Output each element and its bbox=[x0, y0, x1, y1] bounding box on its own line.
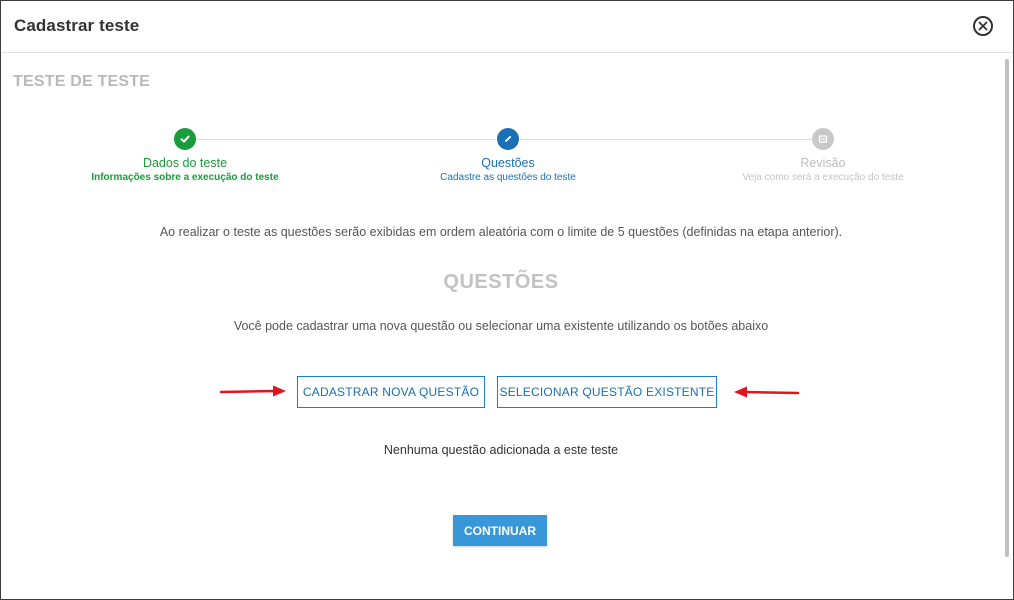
new-question-button[interactable]: CADASTRAR NOVA QUESTÃO bbox=[297, 376, 485, 408]
stepper-connector bbox=[197, 139, 495, 140]
random-order-info: Ao realizar o teste as questões serão ex… bbox=[159, 225, 843, 239]
step-subtitle-questoes: Cadastre as questões do teste bbox=[440, 172, 576, 183]
select-existing-question-button[interactable]: SELECIONAR QUESTÃO EXISTENTE bbox=[497, 376, 717, 408]
step-subtitle-dados: Informações sobre a execução do teste bbox=[91, 172, 279, 183]
scrollbar[interactable] bbox=[1005, 59, 1009, 557]
step-completed-check-icon bbox=[174, 128, 196, 150]
close-button[interactable] bbox=[973, 16, 993, 36]
step-subtitle-revisao: Veja como será a execução do teste bbox=[742, 172, 904, 183]
test-name-heading: TESTE DE TESTE bbox=[13, 73, 151, 90]
step-pending-review-icon bbox=[812, 128, 834, 150]
stepper-connector bbox=[520, 139, 812, 140]
annotation-arrow-right-icon bbox=[219, 385, 286, 397]
modal-header: Cadastrar teste bbox=[2, 2, 1013, 53]
empty-questions-message: Nenhuma questão adicionada a este teste bbox=[383, 443, 619, 457]
annotation-arrow-left-icon bbox=[734, 386, 800, 398]
close-icon bbox=[978, 21, 988, 31]
modal-title: Cadastrar teste bbox=[14, 16, 140, 35]
step-title-dados: Dados do teste bbox=[142, 156, 228, 170]
step-title-questoes: Questões bbox=[481, 156, 535, 170]
continue-button[interactable]: CONTINUAR bbox=[453, 515, 547, 546]
step-active-pencil-icon bbox=[497, 128, 519, 150]
modal-dialog: Cadastrar teste TESTE DE TESTE Dados do … bbox=[0, 0, 1014, 600]
section-title: QUESTÕES bbox=[443, 271, 559, 293]
step-title-revisao: Revisão bbox=[800, 156, 846, 170]
hint-text: Você pode cadastrar uma nova questão ou … bbox=[233, 319, 769, 333]
